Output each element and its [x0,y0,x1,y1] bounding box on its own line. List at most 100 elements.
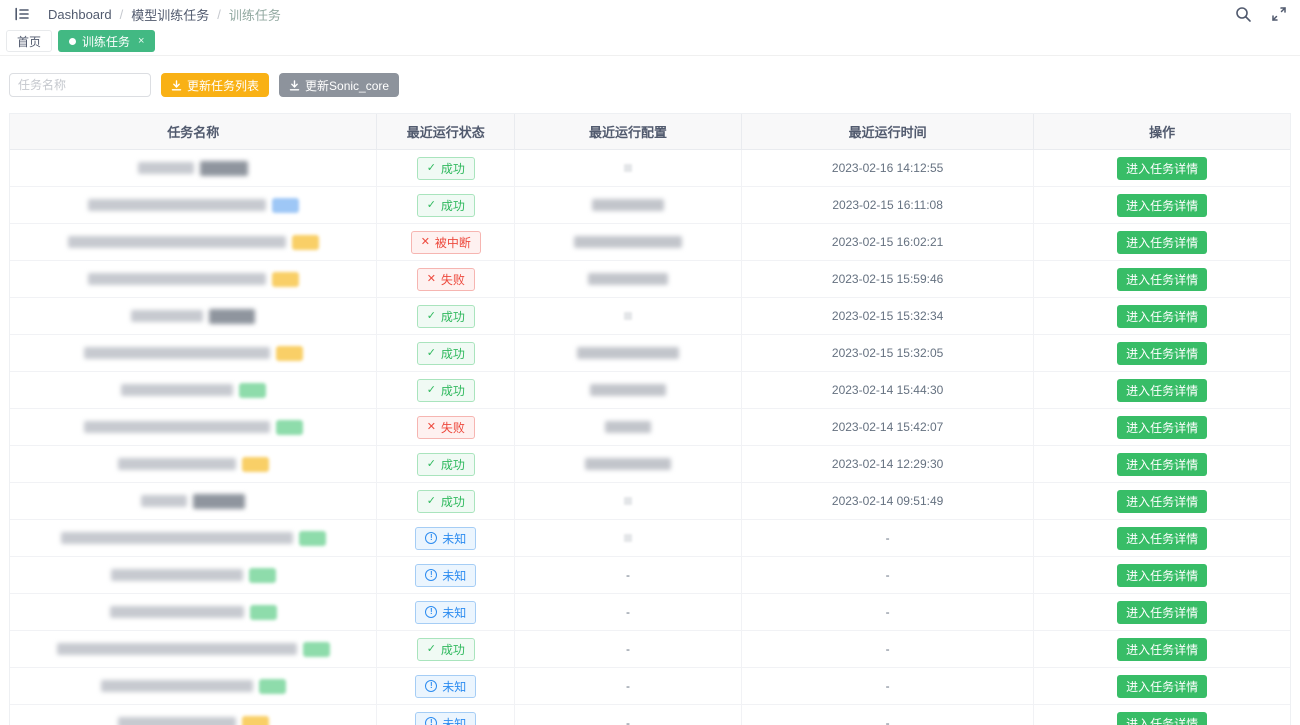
status-success-icon: ✓ [427,385,436,396]
cell-run-time: - [742,594,1035,631]
enter-task-detail-button[interactable]: 进入任务详情 [1117,490,1207,513]
enter-task-detail-button[interactable]: 进入任务详情 [1117,416,1207,439]
cell-action: 进入任务详情 [1034,335,1290,372]
status-label: 成功 [441,456,465,473]
status-label: 成功 [441,197,465,214]
enter-task-detail-button[interactable]: 进入任务详情 [1117,268,1207,291]
enter-task-detail-button[interactable]: 进入任务详情 [1117,712,1207,725]
tab-home[interactable]: 首页 [6,30,52,52]
table-row: ✓成功2023-02-14 09:51:49进入任务详情 [10,483,1290,520]
status-badge-failed: ✕失败 [417,268,475,291]
cell-task-name [10,261,377,298]
cell-run-time: 2023-02-14 15:44:30 [742,372,1035,409]
status-unknown-icon: ! [425,606,437,618]
status-badge-unknown: !未知 [415,712,476,725]
table-row: ✓成功--进入任务详情 [10,631,1290,668]
active-tab-dot-icon [69,38,76,45]
tab-training-tasks-label: 训练任务 [82,33,130,50]
cell-run-time: 2023-02-15 16:02:21 [742,224,1035,261]
cell-run-status: ✓成功 [377,187,515,224]
redacted-config-dot [624,497,632,505]
status-label: 成功 [441,493,465,510]
cell-run-time: 2023-02-14 09:51:49 [742,483,1035,520]
table-row: !未知--进入任务详情 [10,668,1290,705]
search-icon[interactable] [1234,5,1252,23]
redacted-task-name [88,199,266,211]
cell-run-time: 2023-02-16 14:12:55 [742,150,1035,187]
cell-run-config: - [515,668,742,705]
status-label: 未知 [442,604,466,621]
cell-task-name [10,335,377,372]
cell-run-status: ✕被中断 [377,224,515,261]
top-bar: Dashboard / 模型训练任务 / 训练任务 [0,0,1300,28]
cell-task-name [10,483,377,520]
cell-run-config [515,446,742,483]
redacted-config [585,458,671,470]
redacted-task-name [121,384,233,396]
status-label: 未知 [442,567,466,584]
task-tag-yellow [272,272,299,287]
enter-task-detail-button[interactable]: 进入任务详情 [1117,638,1207,661]
update-sonic-core-button[interactable]: 更新Sonic_core [279,73,399,97]
cell-run-status: !未知 [377,668,515,705]
redacted-task-name [61,532,293,544]
enter-task-detail-button[interactable]: 进入任务详情 [1117,194,1207,217]
update-sonic-core-label: 更新Sonic_core [305,77,389,94]
breadcrumb-dashboard[interactable]: Dashboard [48,7,112,22]
enter-task-detail-button[interactable]: 进入任务详情 [1117,305,1207,328]
cell-run-status: !未知 [377,705,515,725]
cell-run-config: - [515,631,742,668]
cell-run-time: 2023-02-14 12:29:30 [742,446,1035,483]
task-name-search-input[interactable] [9,73,151,97]
status-label: 成功 [441,382,465,399]
cell-run-config [515,483,742,520]
enter-task-detail-button[interactable]: 进入任务详情 [1117,342,1207,365]
menu-collapse-icon[interactable] [12,4,32,24]
cell-action: 进入任务详情 [1034,409,1290,446]
cell-run-time: 2023-02-15 15:59:46 [742,261,1035,298]
cell-action: 进入任务详情 [1034,520,1290,557]
tab-training-tasks[interactable]: 训练任务 × [58,30,155,52]
status-badge-unknown: ! 未知 [415,601,476,624]
enter-task-detail-button[interactable]: 进入任务详情 [1117,231,1207,254]
fullscreen-icon[interactable] [1270,5,1288,23]
status-badge-success: ✓成功 [417,453,475,476]
config-empty-dash: - [626,568,630,582]
cell-action: 进入任务详情 [1034,446,1290,483]
redacted-task-name [118,717,236,725]
enter-task-detail-button[interactable]: 进入任务详情 [1117,675,1207,698]
cell-task-name [10,187,377,224]
table-row: !未知--进入任务详情 [10,705,1290,725]
redacted-task-name [110,606,244,618]
table-row: ✓成功2023-02-16 14:12:55进入任务详情 [10,150,1290,187]
task-tag-green [259,679,286,694]
update-task-list-button[interactable]: 更新任务列表 [161,73,269,97]
enter-task-detail-button[interactable]: 进入任务详情 [1117,564,1207,587]
column-header-time: 最近运行时间 [742,114,1035,150]
enter-task-detail-button[interactable]: 进入任务详情 [1117,527,1207,550]
cell-action: 进入任务详情 [1034,261,1290,298]
enter-task-detail-button[interactable]: 进入任务详情 [1117,601,1207,624]
task-tag-blue [272,198,299,213]
breadcrumb-model-training[interactable]: 模型训练任务 [131,5,209,24]
table-row: !未知--进入任务详情 [10,594,1290,631]
redacted-task-name [131,310,203,322]
config-empty-dash: - [626,679,630,693]
cell-task-name [10,372,377,409]
task-tag-yellow [276,346,303,361]
table-row: ✕失败2023-02-14 15:42:07进入任务详情 [10,409,1290,446]
task-tag-green [303,642,330,657]
status-success-icon: ✓ [427,163,436,174]
table-row: ✓成功2023-02-15 16:11:08进入任务详情 [10,187,1290,224]
redacted-config [605,421,651,433]
cell-task-name [10,594,377,631]
enter-task-detail-button[interactable]: 进入任务详情 [1117,157,1207,180]
cell-run-config: - [515,705,742,725]
cell-run-time: 2023-02-15 15:32:05 [742,335,1035,372]
enter-task-detail-button[interactable]: 进入任务详情 [1117,453,1207,476]
tag-tabs-bar: 首页 训练任务 × [0,28,1300,56]
tab-close-icon[interactable]: × [138,36,144,47]
breadcrumb-current: 训练任务 [229,5,281,24]
enter-task-detail-button[interactable]: 进入任务详情 [1117,379,1207,402]
cell-action: 进入任务详情 [1034,150,1290,187]
